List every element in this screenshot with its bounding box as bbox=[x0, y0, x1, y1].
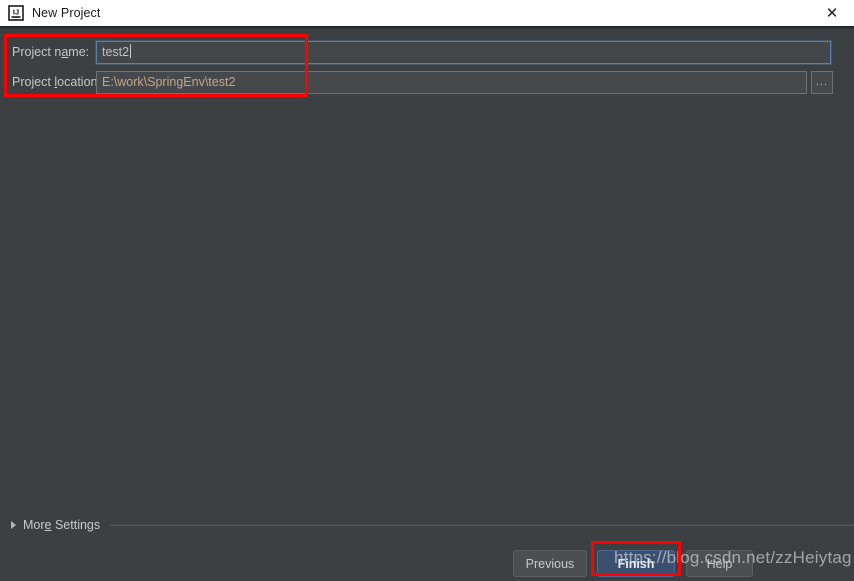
project-location-label: Project location: bbox=[12, 75, 101, 89]
project-location-row: Project location: E:\work\SpringEnv\test… bbox=[0, 70, 833, 94]
project-name-label: Project name: bbox=[12, 45, 90, 59]
svg-text:IJ: IJ bbox=[13, 8, 19, 17]
intellij-idea-icon: IJ bbox=[8, 5, 24, 21]
more-settings-section[interactable]: More Settings bbox=[0, 515, 854, 535]
browse-folder-button[interactable]: ... bbox=[811, 70, 833, 94]
title-bar: IJ New Project ✕ bbox=[0, 0, 854, 26]
project-location-value: E:\work\SpringEnv\test2 bbox=[102, 74, 236, 89]
more-settings-label: More Settings bbox=[23, 518, 101, 532]
more-settings-separator bbox=[110, 524, 854, 526]
project-name-input[interactable]: test2 bbox=[96, 40, 831, 64]
project-location-input[interactable]: E:\work\SpringEnv\test2 bbox=[96, 70, 807, 94]
text-caret bbox=[130, 43, 132, 58]
dialog-button-bar: Previous Finish Help bbox=[0, 547, 854, 581]
close-icon[interactable]: ✕ bbox=[810, 0, 854, 26]
help-button[interactable]: Help bbox=[686, 550, 753, 577]
dialog-content: Project name: test2 Project location: E:… bbox=[0, 29, 854, 581]
finish-button[interactable]: Finish bbox=[597, 550, 675, 577]
new-project-dialog: IJ New Project ✕ Project name: test2 Pro… bbox=[0, 0, 854, 581]
window-title: New Project bbox=[32, 6, 101, 20]
previous-button[interactable]: Previous bbox=[513, 550, 587, 577]
triangle-right-icon[interactable] bbox=[11, 521, 16, 529]
project-name-value: test2 bbox=[102, 44, 130, 59]
project-name-row: Project name: test2 bbox=[0, 40, 831, 64]
